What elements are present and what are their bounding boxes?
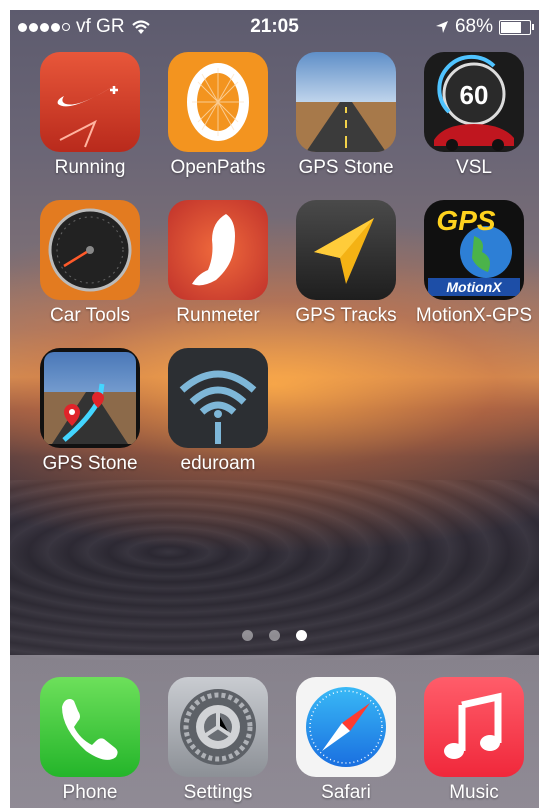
vsl-speedometer-icon: 60 bbox=[424, 52, 524, 152]
status-bar: vf GR 21:05 68% bbox=[10, 10, 539, 44]
app-label: Music bbox=[449, 782, 499, 803]
app-label: Runmeter bbox=[176, 305, 260, 326]
app-car-tools[interactable]: Car Tools bbox=[30, 200, 150, 327]
app-gps-stone[interactable]: GPS Stone bbox=[286, 52, 406, 179]
eduroam-wifi-icon bbox=[168, 348, 268, 448]
app-openpaths[interactable]: OpenPaths bbox=[158, 52, 278, 179]
app-runmeter[interactable]: Runmeter bbox=[158, 200, 278, 327]
gps-tracks-arrow-icon bbox=[296, 200, 396, 300]
app-label: Phone bbox=[62, 782, 118, 803]
app-gps-stone-map[interactable]: GPS Stone bbox=[30, 348, 150, 475]
safari-compass-icon bbox=[296, 677, 396, 777]
app-eduroam[interactable]: eduroam bbox=[158, 348, 278, 475]
dock-app-settings[interactable]: Settings bbox=[158, 677, 278, 804]
battery-percent: 68% bbox=[454, 16, 493, 37]
runmeter-shoe-icon bbox=[168, 200, 268, 300]
dock-app-safari[interactable]: Safari bbox=[286, 677, 406, 804]
page-dot bbox=[242, 630, 253, 641]
dock-app-phone[interactable]: Phone bbox=[30, 677, 150, 804]
app-label: GPS Stone bbox=[298, 157, 394, 178]
app-label: Car Tools bbox=[50, 305, 130, 326]
app-label: eduroam bbox=[180, 453, 256, 474]
dock: Phone Settings Safari Music bbox=[10, 655, 539, 808]
motionx-brand-text: MotionX bbox=[446, 279, 503, 295]
app-label: OpenPaths bbox=[170, 157, 266, 178]
app-motionx-gps[interactable]: GPS MotionX MotionX-GPS bbox=[414, 200, 534, 327]
gps-stone-road-icon bbox=[296, 52, 396, 152]
app-label: GPS Stone bbox=[42, 453, 138, 474]
motionx-gps-text: GPS bbox=[436, 205, 495, 236]
battery-icon bbox=[499, 19, 534, 35]
music-note-icon bbox=[424, 677, 524, 777]
motionx-globe-icon: GPS MotionX bbox=[424, 200, 524, 300]
app-label: MotionX-GPS bbox=[415, 305, 533, 326]
home-screen: vf GR 21:05 68% Running OpenPaths GPS St… bbox=[10, 10, 539, 808]
app-vsl[interactable]: 60 VSL bbox=[414, 52, 534, 179]
openpaths-icon bbox=[168, 52, 268, 152]
location-arrow-icon bbox=[435, 21, 448, 33]
page-dot-active bbox=[296, 630, 307, 641]
page-dot bbox=[269, 630, 280, 641]
car-tools-gauge-icon bbox=[40, 200, 140, 300]
settings-gear-icon bbox=[168, 677, 268, 777]
status-right: 68% bbox=[435, 16, 534, 38]
vsl-speed-text: 60 bbox=[460, 80, 489, 110]
page-indicator[interactable] bbox=[10, 630, 539, 641]
app-running[interactable]: Running bbox=[30, 52, 150, 179]
dock-app-music[interactable]: Music bbox=[414, 677, 534, 804]
app-label: Running bbox=[54, 157, 126, 178]
gps-stone-map-icon bbox=[40, 348, 140, 448]
app-label: VSL bbox=[456, 157, 492, 178]
app-label: Safari bbox=[321, 782, 371, 803]
nike-running-icon bbox=[40, 52, 140, 152]
phone-icon bbox=[40, 677, 140, 777]
app-label: GPS Tracks bbox=[295, 305, 397, 326]
app-label: Settings bbox=[183, 782, 253, 803]
app-gps-tracks[interactable]: GPS Tracks bbox=[286, 200, 406, 327]
